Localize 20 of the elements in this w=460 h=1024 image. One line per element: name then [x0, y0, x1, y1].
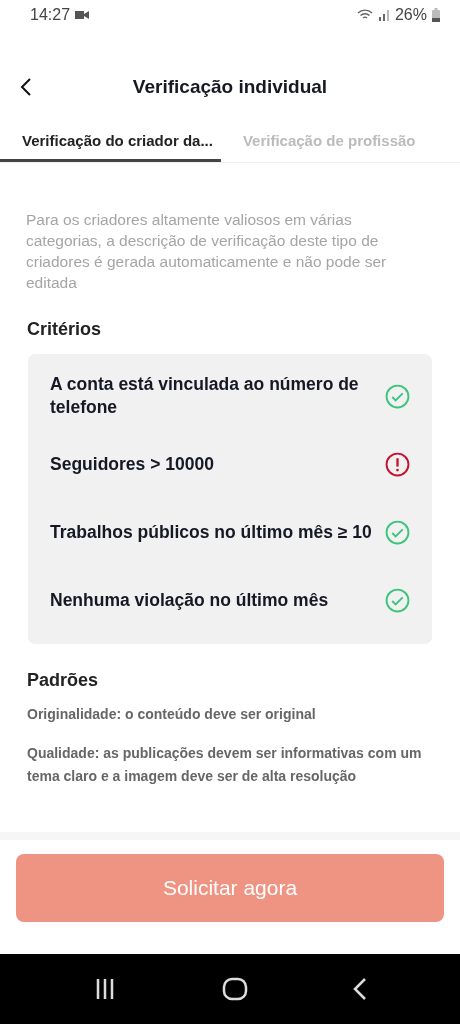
standard-text: Originalidade: o conteúdo deve ser original: [27, 705, 317, 724]
tab[interactable]: Verificação do criador da...: [0, 124, 221, 162]
home-icon[interactable]: [222, 977, 248, 1001]
criterion-label: Seguidores > 10000: [50, 452, 215, 476]
criterion-label: Nenhuma violação no último mês: [50, 588, 330, 612]
battery-level: 26%: [394, 6, 427, 24]
section-heading: Padrões: [27, 670, 100, 691]
section-heading: Critérios: [27, 319, 103, 340]
video-camera-icon: [75, 10, 90, 20]
standard-text: Qualidade: as publicações devem ser informativas com um tema claro e a imagem deve ser de alta resolução: [27, 744, 423, 786]
criterion-label: A conta está vinculada ao número de telefone: [50, 373, 360, 419]
wifi-icon: [356, 9, 373, 21]
battery-icon: [432, 8, 440, 22]
status-time: 14:27: [30, 6, 71, 24]
signal-icon: [377, 9, 390, 21]
description-text: Para os criadores altamente valiosos em várias categorias, a descrição de verificação deste tipo de criadores é gerada automaticamente e não pode ser editada: [26, 210, 388, 293]
criterion-label: Trabalhos públicos no último mês ≥ 10: [50, 520, 373, 544]
page-title: Verificação individual: [132, 76, 328, 98]
tab[interactable]: Verificação de profissão: [242, 124, 416, 162]
back-icon[interactable]: [20, 77, 32, 97]
